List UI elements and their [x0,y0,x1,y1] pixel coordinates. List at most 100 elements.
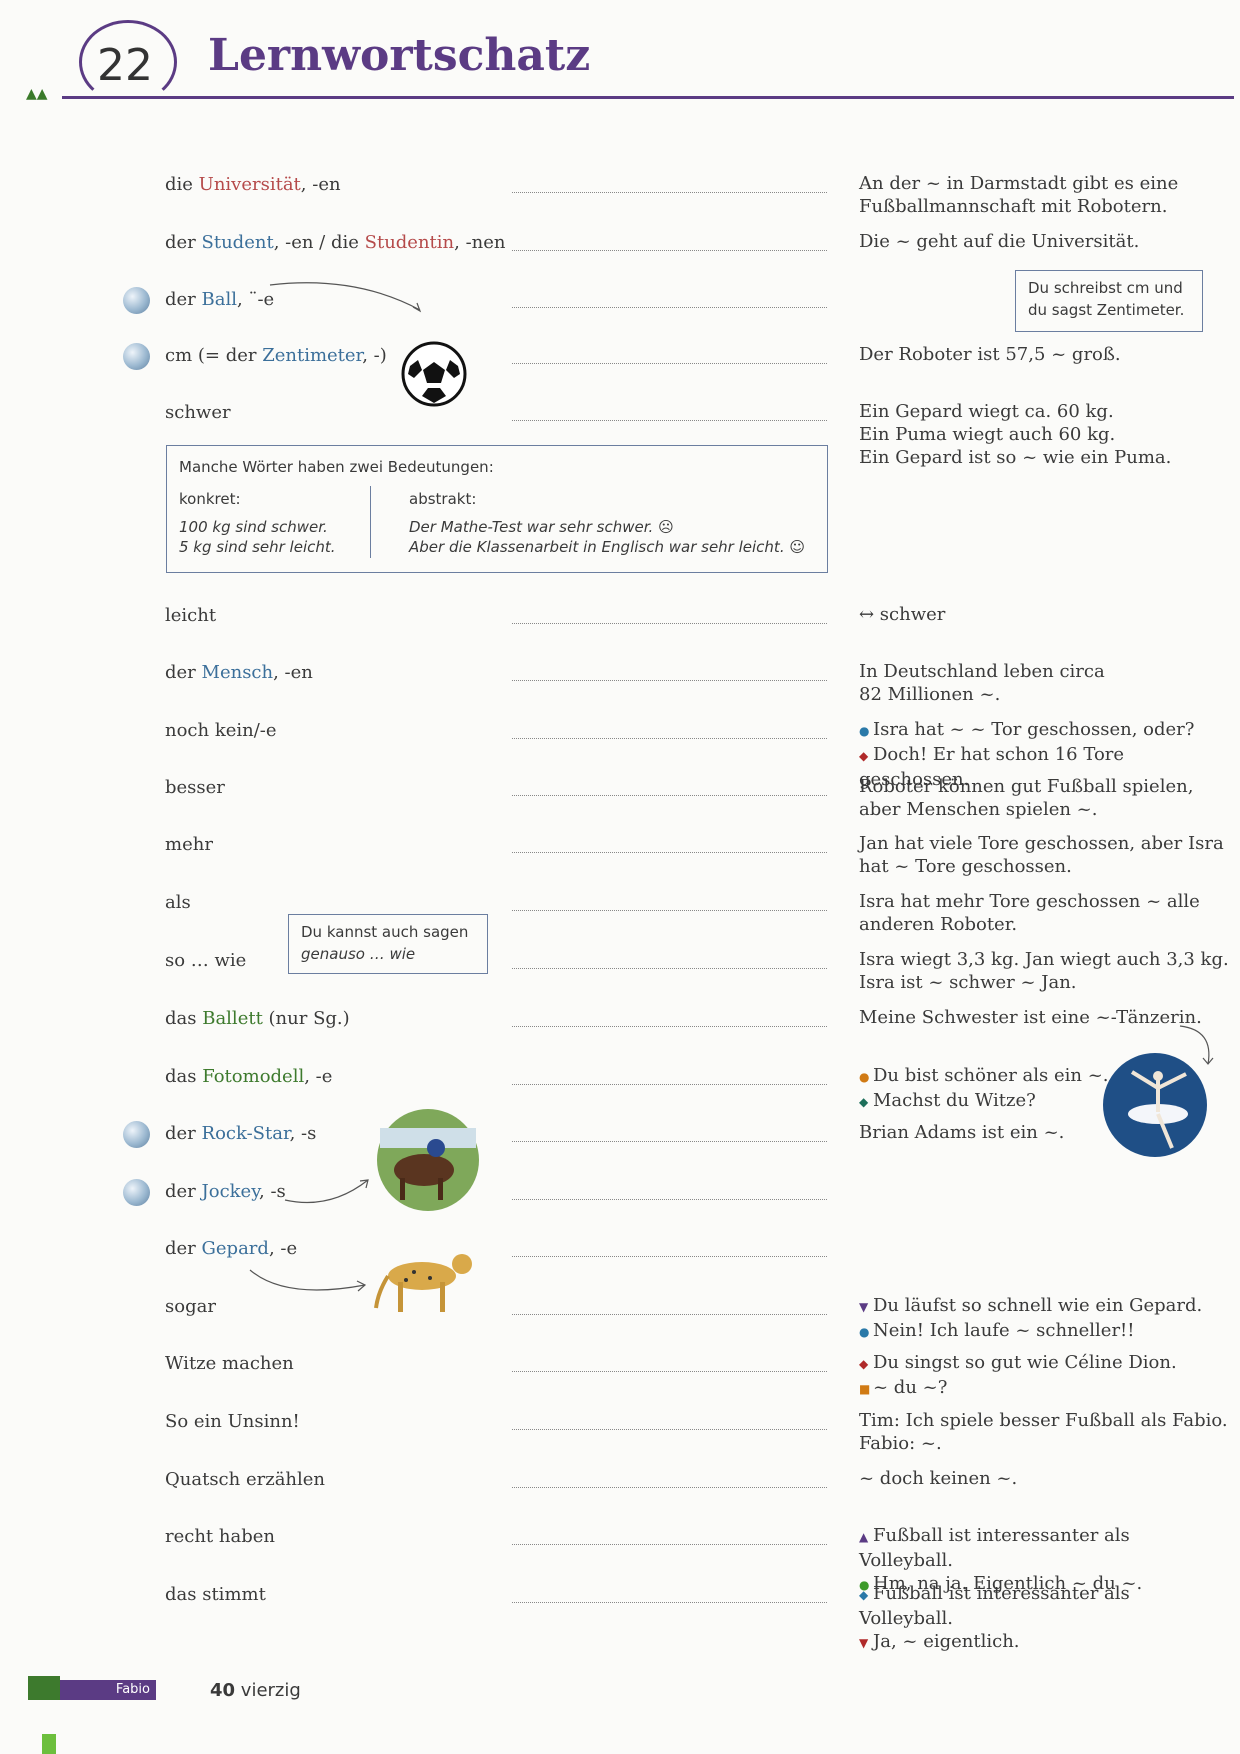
term-word: Jockey [201,1181,259,1202]
example-line: ↔ schwer [859,603,1229,626]
term-article: der [165,662,202,683]
dialogue-bullet-icon: ◆ [859,1095,869,1109]
vocab-row: So ein Unsinn! Tim: Ich spiele besser Fuß… [0,1405,1240,1455]
answer-line[interactable] [512,1199,827,1200]
example-sentence: ~ doch keinen ~. [859,1467,1229,1490]
answer-line[interactable] [512,1602,827,1603]
answer-line[interactable] [512,1429,827,1430]
example-sentence: Isra hat mehr Tore geschossen ~ alle ande… [859,890,1229,936]
term-word: Universität [198,174,301,195]
answer-line[interactable] [512,363,827,364]
sad-face-icon: ☹ [658,518,674,536]
answer-line[interactable] [512,1256,827,1257]
example-sentence: ▼ Du läufst so schnell wie ein Gepard. ● Ne… [859,1294,1229,1344]
example-text: Isra ist ~ schwer ~ Jan. [859,972,1077,993]
example-line: anderen Roboter. [859,913,1229,936]
example-line: ■ ~ du ~? [859,1376,1229,1401]
term-article: Quatsch erzählen [165,1469,326,1490]
term-word: Rock-Star [201,1123,290,1144]
example-text: Die ~ geht auf die Universität. [859,231,1140,252]
info-abstract-line: Aber die Klassenarbeit in Englisch war s… [409,538,785,556]
info-concrete: konkret: 100 kg sind schwer. 5 kg sind s… [179,490,336,556]
term-article: der [165,1181,202,1202]
info-heading: Manche Wörter haben zwei Bedeutungen: [179,458,494,476]
vocab-term: die Universität, -en [165,174,341,195]
example-text: Du singst so gut wie Céline Dion. [873,1352,1177,1373]
arrow-jockey [284,1179,369,1203]
vocab-row: der Gepard, -e [0,1232,1240,1282]
example-line: ◆ Du singst so gut wie Céline Dion. [859,1351,1229,1376]
vocab-term: noch kein/-e [165,720,277,741]
globe-icon [123,287,150,314]
example-text: Isra hat ~ ~ Tor geschossen, oder? [873,719,1195,740]
term-word: Fotomodell [202,1066,305,1087]
example-text: Ein Gepard wiegt ca. 60 kg. [859,401,1114,422]
answer-line[interactable] [512,910,827,911]
answer-line[interactable] [512,1487,827,1488]
vocab-row: die Universität, -en An der ~ in Darmstad… [0,168,1240,218]
example-text: Isra hat mehr Tore geschossen ~ alle [859,891,1200,912]
arrow-ballett [1179,1025,1214,1065]
grass-icon: ▲▲ [26,86,48,102]
smiley-icon: ☺ [789,538,806,556]
example-line: An der ~ in Darmstadt gibt es eine [859,172,1229,195]
term-article: das stimmt [165,1584,266,1605]
answer-line[interactable] [512,250,827,251]
term-word: Studentin [364,232,455,253]
answer-line[interactable] [512,1314,827,1315]
example-line: Der Roboter ist 57,5 ~ groß. [859,343,1229,366]
vocab-row: das stimmt ◆ Fußball ist interessanter als… [0,1578,1240,1652]
info-abstract: abstrakt: Der Mathe-Test war sehr schwer… [409,490,805,556]
dialogue-bullet-icon: ▼ [859,1300,869,1314]
answer-line[interactable] [512,738,827,739]
example-line: ◆ Fußball ist interessanter als Volleybal… [859,1582,1229,1630]
vocab-term: cm (= der Zentimeter, -) [165,345,387,366]
vocab-term: so … wie [165,950,246,971]
info-box: Manche Wörter haben zwei Bedeutungen: ko… [166,445,828,573]
info-concrete-line: 100 kg sind schwer. [179,518,328,536]
answer-line[interactable] [512,623,827,624]
vocab-row: sogar ▼ Du läufst so schnell wie ein Gepar… [0,1290,1240,1341]
answer-line[interactable] [512,1371,827,1372]
example-text: An der ~ in Darmstadt gibt es eine [859,173,1179,194]
term-article: So ein Unsinn! [165,1411,300,1432]
answer-line[interactable] [512,1141,827,1142]
answer-line[interactable] [512,968,827,969]
answer-line[interactable] [512,680,827,681]
grass-icon [28,1676,60,1700]
globe-icon [123,343,150,370]
term-article: das [165,1008,203,1029]
example-text: Ja, ~ eigentlich. [873,1631,1020,1652]
vocab-row: der Rock-Star, -s Brian Adams ist ein ~. [0,1117,1240,1167]
answer-line[interactable] [512,795,827,796]
answer-line[interactable] [512,1084,827,1085]
term-word: Student [201,232,274,253]
vocab-row: der Mensch, -en In Deutschland leben circ… [0,656,1240,706]
answer-line[interactable] [512,852,827,853]
soccer-ball-icon [401,341,467,407]
jockey-photo [377,1109,479,1211]
example-line: Ein Puma wiegt auch 60 kg. [859,423,1229,446]
term-article: schwer [165,402,231,423]
term-suffix: , -e [268,1238,298,1259]
vocab-row: noch kein/-e ● Isra hat ~ ~ Tor geschossen… [0,714,1240,790]
info-abstract-line: Der Mathe-Test war sehr schwer. [409,518,654,536]
info-abstract-label: abstrakt: [409,490,477,508]
example-line: Jan hat viele Tore geschossen, aber Isra [859,832,1229,855]
answer-line[interactable] [512,192,827,193]
example-line: Die ~ geht auf die Universität. [859,230,1229,253]
term-suffix: , -en / die [273,232,365,253]
example-text: anderen Roboter. [859,914,1018,935]
vocab-row: besser Roboter können gut Fußball spielen… [0,771,1240,821]
answer-line[interactable] [512,1026,827,1027]
callout-line: du sagst Zentimeter. [1028,301,1185,319]
example-text: Der Roboter ist 57,5 ~ groß. [859,344,1121,365]
example-text: Fabio: ~. [859,1433,942,1454]
answer-line[interactable] [512,420,827,421]
dialogue-bullet-icon: ▼ [859,1636,869,1650]
answer-line[interactable] [512,307,827,308]
answer-line[interactable] [512,1544,827,1545]
arrow-gepard [249,1269,367,1292]
example-line: Isra hat mehr Tore geschossen ~ alle [859,890,1229,913]
header-rule [62,96,1234,99]
